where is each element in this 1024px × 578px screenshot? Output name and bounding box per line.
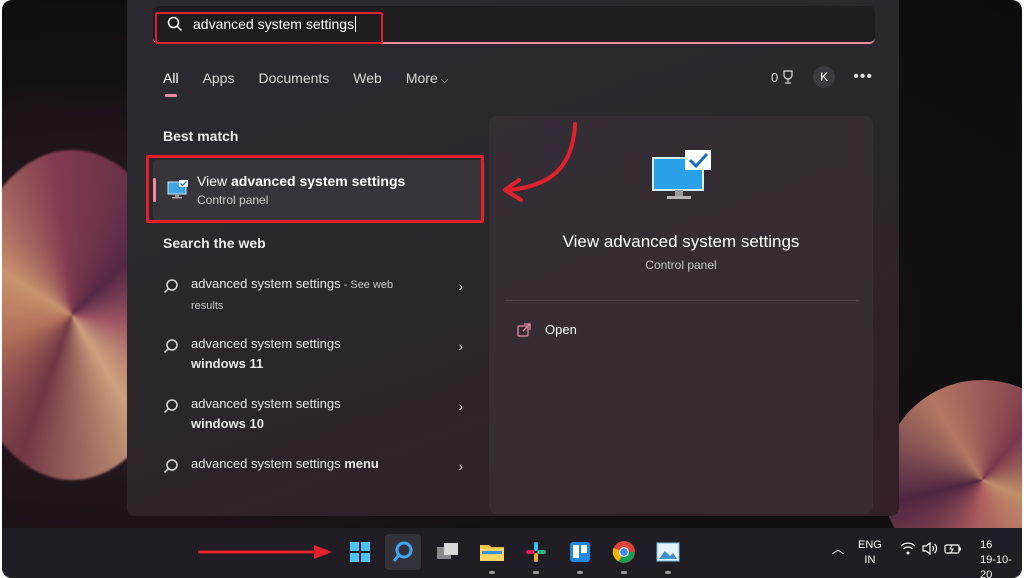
photos-button[interactable] [654, 538, 682, 574]
search-tabs: All Apps Documents Web More ⌵ [163, 70, 449, 97]
rewards-points[interactable]: 0 [771, 70, 795, 85]
task-view-button[interactable] [434, 538, 462, 566]
open-external-icon [517, 322, 531, 337]
taskbar: ︿ ENG IN 16 19-10-20 [2, 528, 1022, 578]
chevron-right-icon: › [458, 398, 463, 414]
open-action[interactable]: Open [517, 322, 577, 337]
running-indicator [621, 571, 627, 574]
annotation-search-highlight [155, 12, 383, 44]
file-explorer-button[interactable] [478, 538, 506, 574]
running-indicator [533, 571, 539, 574]
more-options-icon[interactable]: ••• [853, 68, 873, 86]
web-result-text: advanced system settings [191, 336, 341, 351]
points-count: 0 [770, 69, 779, 85]
tab-documents[interactable]: Documents [258, 70, 329, 86]
volume-icon [922, 542, 938, 555]
taskbar-search-button[interactable] [385, 534, 421, 570]
chevron-up-icon[interactable]: ︿ [832, 542, 844, 557]
chevron-right-icon: › [458, 458, 463, 474]
web-result-3[interactable]: advanced system settings windows 10 › [163, 394, 463, 434]
web-result-2[interactable]: advanced system settings windows 11 › [163, 334, 463, 374]
task-view-icon [437, 543, 458, 559]
web-result-bold: menu [344, 456, 379, 471]
open-label: Open [545, 322, 577, 337]
windows-logo-icon [350, 542, 370, 562]
chevron-down-icon: ⌵ [440, 75, 449, 86]
web-result-suffix-2: results [191, 300, 224, 312]
region-code: IN [864, 554, 876, 566]
search-icon [163, 279, 178, 294]
detail-subtitle: Control panel [645, 258, 717, 272]
trello-icon [570, 542, 590, 562]
tab-all[interactable]: All [163, 70, 179, 97]
clock[interactable]: 16 19-10-20 [980, 538, 1022, 578]
photos-icon [656, 542, 680, 562]
start-search-panel: advanced system settings All Apps Docume… [127, 0, 899, 516]
divider [505, 300, 859, 301]
tab-more[interactable]: More ⌵ [406, 70, 449, 86]
clock-date: 19-10-20 [980, 554, 1012, 578]
avatar[interactable]: K [813, 66, 836, 88]
running-indicator [489, 571, 495, 574]
web-result-bold: windows 10 [191, 416, 264, 431]
running-indicator [665, 571, 671, 574]
web-result-text: advanced system settings [191, 276, 341, 291]
chevron-right-icon: › [458, 338, 463, 354]
chrome-icon [612, 541, 635, 563]
slack-button[interactable] [522, 538, 550, 574]
web-result-bold: windows 11 [191, 356, 264, 371]
web-result-4[interactable]: advanced system settings menu › [163, 454, 463, 474]
language-code: ENG [858, 539, 882, 551]
best-match-heading: Best match [163, 128, 239, 144]
web-result-text: advanced system settings [191, 456, 345, 471]
search-web-heading: Search the web [163, 235, 266, 251]
detail-title: View advanced system settings [562, 232, 800, 251]
tab-more-label: More [405, 70, 438, 86]
annotation-best-match-highlight [146, 155, 484, 223]
trello-button[interactable] [566, 538, 594, 574]
web-result-text: advanced system settings [191, 396, 341, 411]
battery-icon [944, 544, 961, 554]
tab-apps[interactable]: Apps [203, 70, 235, 86]
trophy-icon [783, 70, 793, 84]
web-result-suffix: - See web [340, 279, 394, 291]
web-result-1[interactable]: advanced system settings - See web result… [163, 274, 463, 316]
desktop: advanced system settings All Apps Docume… [2, 0, 1022, 578]
start-button[interactable] [346, 538, 374, 566]
header-right: 0 K ••• [771, 66, 873, 88]
slack-icon [526, 542, 546, 562]
search-icon [163, 459, 178, 474]
folder-icon [480, 545, 504, 561]
search-icon [163, 399, 178, 414]
search-icon [163, 339, 178, 354]
chrome-button[interactable] [610, 538, 638, 574]
chevron-right-icon: › [458, 278, 463, 294]
tab-web[interactable]: Web [353, 70, 382, 86]
search-icon [392, 541, 413, 562]
system-tray-icons[interactable] [900, 542, 962, 555]
running-indicator [577, 571, 583, 574]
result-detail-pane: View advanced system settings Control pa… [489, 116, 873, 514]
wifi-icon [900, 542, 916, 555]
system-settings-icon [652, 150, 711, 199]
language-indicator[interactable]: ENG IN [858, 538, 882, 568]
clock-time: 16 [980, 539, 993, 551]
